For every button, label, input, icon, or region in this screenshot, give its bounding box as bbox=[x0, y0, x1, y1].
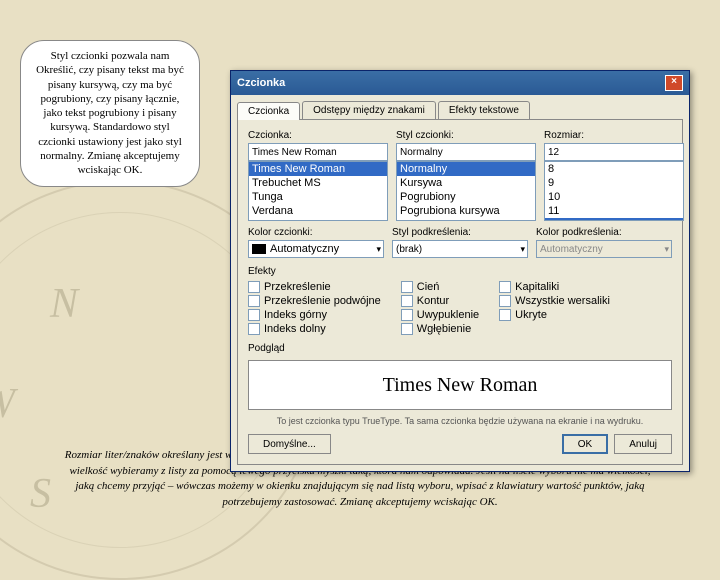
dialog-title: Czcionka bbox=[237, 77, 285, 89]
label-underline: Styl podkreślenia: bbox=[392, 227, 528, 238]
label-color: Kolor czcionki: bbox=[248, 227, 384, 238]
underline-combo[interactable]: (brak) bbox=[392, 240, 528, 258]
compass-w: W bbox=[0, 380, 15, 428]
list-item[interactable]: 12 bbox=[545, 218, 683, 221]
font-input[interactable] bbox=[248, 143, 388, 161]
list-item[interactable]: Pogrubiona kursywa bbox=[397, 204, 535, 218]
list-item[interactable]: Trebuchet MS bbox=[249, 176, 387, 190]
label-size: Rozmiar: bbox=[544, 130, 684, 141]
tab-font[interactable]: Czcionka bbox=[237, 102, 300, 120]
compass-n: N bbox=[50, 280, 78, 328]
list-item[interactable]: Tunga bbox=[249, 190, 387, 204]
list-item[interactable]: Pogrubiony bbox=[397, 190, 535, 204]
preview-label: Podgląd bbox=[248, 343, 672, 354]
preview-box: Times New Roman bbox=[248, 360, 672, 410]
chk-dblstrike[interactable]: Przekreślenie podwójne bbox=[248, 295, 381, 307]
annotation-callout: Styl czcionki pozwala nam Określić, czy … bbox=[20, 40, 200, 187]
list-item[interactable]: 11 bbox=[545, 204, 683, 218]
chk-emboss[interactable]: Uwypuklenie bbox=[401, 309, 479, 321]
chk-sub[interactable]: Indeks dolny bbox=[248, 323, 381, 335]
size-input[interactable] bbox=[544, 143, 684, 161]
chk-allcaps[interactable]: Wszystkie wersaliki bbox=[499, 295, 610, 307]
size-list[interactable]: 8 9 10 11 12 bbox=[544, 161, 684, 221]
color-combo[interactable]: Automatyczny bbox=[248, 240, 384, 258]
underline-color-combo: Automatyczny bbox=[536, 240, 672, 258]
font-list[interactable]: Times New Roman Trebuchet MS Tunga Verda… bbox=[248, 161, 388, 221]
truetype-hint: To jest czcionka typu TrueType. Ta sama … bbox=[248, 416, 672, 426]
list-item[interactable]: 9 bbox=[545, 176, 683, 190]
label-font: Czcionka: bbox=[248, 130, 388, 141]
chk-strike[interactable]: Przekreślenie bbox=[248, 281, 381, 293]
list-item[interactable]: 10 bbox=[545, 190, 683, 204]
list-item[interactable]: Normalny bbox=[397, 162, 535, 176]
chk-smallcaps[interactable]: Kapitaliki bbox=[499, 281, 610, 293]
chk-engrave[interactable]: Wgłębienie bbox=[401, 323, 479, 335]
style-input[interactable] bbox=[396, 143, 536, 161]
chk-hidden[interactable]: Ukryte bbox=[499, 309, 610, 321]
chk-shadow[interactable]: Cień bbox=[401, 281, 479, 293]
cancel-button[interactable]: Anuluj bbox=[614, 434, 672, 454]
ok-button[interactable]: OK bbox=[562, 434, 608, 454]
label-style: Styl czcionki: bbox=[396, 130, 536, 141]
list-item[interactable]: Kursywa bbox=[397, 176, 535, 190]
tab-effects[interactable]: Efekty tekstowe bbox=[438, 101, 530, 119]
compass-s: S bbox=[30, 470, 51, 518]
tab-spacing[interactable]: Odstępy między znakami bbox=[302, 101, 436, 119]
list-item[interactable]: Verdana bbox=[249, 204, 387, 218]
titlebar[interactable]: Czcionka × bbox=[231, 71, 689, 95]
chk-super[interactable]: Indeks górny bbox=[248, 309, 381, 321]
default-button[interactable]: Domyślne... bbox=[248, 434, 331, 454]
chk-outline[interactable]: Kontur bbox=[401, 295, 479, 307]
effects-label: Efekty bbox=[248, 266, 672, 277]
list-item[interactable]: Vrinda bbox=[249, 218, 387, 221]
font-dialog: Czcionka × Czcionka Odstępy między znaka… bbox=[230, 70, 690, 472]
list-item[interactable]: 8 bbox=[545, 162, 683, 176]
list-item[interactable]: Times New Roman bbox=[249, 162, 387, 176]
close-button[interactable]: × bbox=[665, 75, 683, 91]
style-list[interactable]: Normalny Kursywa Pogrubiony Pogrubiona k… bbox=[396, 161, 536, 221]
label-underline-color: Kolor podkreślenia: bbox=[536, 227, 672, 238]
